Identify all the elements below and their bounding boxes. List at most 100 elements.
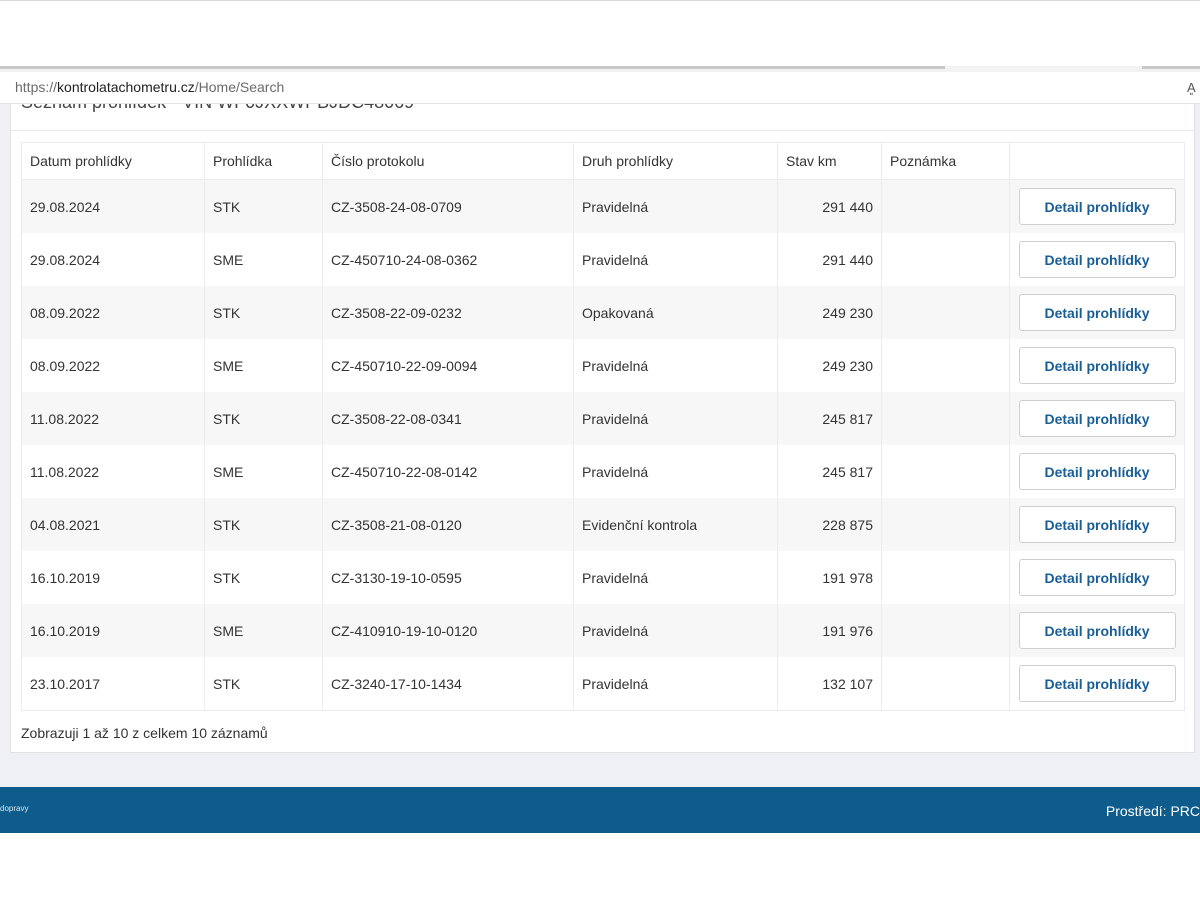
url-text[interactable]: https://kontrolatachometru.cz/Home/Searc…: [15, 72, 284, 103]
cell-note: [881, 392, 1010, 445]
cell-date: 08.09.2022: [21, 286, 205, 339]
page-content: Seznam prohlídek - VIN WF0JXXWPBJDC48069…: [0, 104, 1200, 787]
cell-action: Detail prohlídky: [1009, 551, 1185, 604]
cell-type: SME: [204, 445, 323, 498]
address-bar[interactable]: https://kontrolatachometru.cz/Home/Searc…: [0, 72, 1200, 104]
url-host: kontrolatachometru.cz: [57, 79, 195, 95]
detail-button[interactable]: Detail prohlídky: [1018, 559, 1176, 596]
cell-protocol: CZ-3508-24-08-0709: [322, 179, 574, 233]
environment-label: Prostředí: PRC: [1105, 803, 1200, 819]
url-scheme: https://: [15, 79, 58, 95]
cell-action: Detail prohlídky: [1009, 286, 1185, 339]
cell-km: 291 440: [777, 179, 882, 233]
cell-km: 132 107: [777, 657, 882, 711]
cell-date: 29.08.2024: [21, 233, 205, 286]
records-info: Zobrazuji 1 až 10 z celkem 10 záznamů: [21, 725, 268, 741]
inspection-list-panel: Seznam prohlídek - VIN WF0JXXWPBJDC48069…: [10, 104, 1195, 753]
cell-km: 291 440: [777, 233, 882, 286]
table-row: 08.09.2022 SME CZ-450710-22-09-0094 Prav…: [21, 339, 1185, 392]
cell-kind: Pravidelná: [573, 551, 778, 604]
cell-protocol: CZ-450710-22-09-0094: [322, 339, 574, 392]
active-tab-edge: [0, 66, 945, 69]
cell-kind: Pravidelná: [573, 392, 778, 445]
detail-button[interactable]: Detail prohlídky: [1018, 241, 1176, 278]
cell-kind: Evidenční kontrola: [573, 498, 778, 551]
cell-km: 245 817: [777, 445, 882, 498]
cell-protocol: CZ-3130-19-10-0595: [322, 551, 574, 604]
header-inspection[interactable]: Prohlídka: [204, 142, 323, 180]
cell-date: 16.10.2019: [21, 551, 205, 604]
cell-type: STK: [204, 392, 323, 445]
cell-protocol: CZ-3508-21-08-0120: [322, 498, 574, 551]
table-row: 16.10.2019 STK CZ-3130-19-10-0595 Pravid…: [21, 551, 1185, 604]
header-note[interactable]: Poznámka: [881, 142, 1010, 180]
detail-button[interactable]: Detail prohlídky: [1018, 506, 1176, 543]
cell-kind: Opakovaná: [573, 286, 778, 339]
detail-button[interactable]: Detail prohlídky: [1018, 612, 1176, 649]
cell-date: 11.08.2022: [21, 445, 205, 498]
cell-type: STK: [204, 286, 323, 339]
cell-protocol: CZ-3508-22-08-0341: [322, 392, 574, 445]
table-row: 29.08.2024 SME CZ-450710-24-08-0362 Prav…: [21, 233, 1185, 286]
detail-button[interactable]: Detail prohlídky: [1018, 665, 1176, 702]
table-row: 08.09.2022 STK CZ-3508-22-09-0232 Opakov…: [21, 286, 1185, 339]
cell-type: SME: [204, 339, 323, 392]
cell-action: Detail prohlídky: [1009, 179, 1185, 233]
cell-note: [881, 498, 1010, 551]
cell-note: [881, 179, 1010, 233]
cell-date: 11.08.2022: [21, 392, 205, 445]
cell-protocol: CZ-450710-22-08-0142: [322, 445, 574, 498]
cell-kind: Pravidelná: [573, 179, 778, 233]
cell-kind: Pravidelná: [573, 445, 778, 498]
cell-kind: Pravidelná: [573, 339, 778, 392]
cell-km: 245 817: [777, 392, 882, 445]
cell-action: Detail prohlídky: [1009, 392, 1185, 445]
cell-action: Detail prohlídky: [1009, 233, 1185, 286]
cell-action: Detail prohlídky: [1009, 339, 1185, 392]
table-row: 29.08.2024 STK CZ-3508-24-08-0709 Pravid…: [21, 179, 1185, 233]
inspection-table: Datum prohlídky Prohlídka Číslo protokol…: [21, 142, 1185, 711]
cell-type: STK: [204, 179, 323, 233]
cell-action: Detail prohlídky: [1009, 657, 1185, 711]
table-row: 04.08.2021 STK CZ-3508-21-08-0120 Eviden…: [21, 498, 1185, 551]
cell-date: 23.10.2017: [21, 657, 205, 711]
header-protocol[interactable]: Číslo protokolu: [322, 142, 574, 180]
cell-note: [881, 286, 1010, 339]
cell-protocol: CZ-3240-17-10-1434: [322, 657, 574, 711]
cell-note: [881, 551, 1010, 604]
browser-top-area: [0, 0, 1200, 67]
header-date[interactable]: Datum prohlídky: [21, 142, 205, 180]
cell-note: [881, 233, 1010, 286]
url-path: /Home/Search: [194, 79, 285, 95]
panel-title: Seznam prohlídek - VIN WF0JXXWPBJDC48069: [21, 104, 414, 113]
cell-kind: Pravidelná: [573, 604, 778, 657]
read-aloud-icon[interactable]: A͈: [1187, 72, 1196, 103]
cell-note: [881, 604, 1010, 657]
cell-action: Detail prohlídky: [1009, 604, 1185, 657]
detail-button[interactable]: Detail prohlídky: [1018, 347, 1176, 384]
detail-button[interactable]: Detail prohlídky: [1018, 294, 1176, 331]
cell-type: STK: [204, 657, 323, 711]
detail-button[interactable]: Detail prohlídky: [1018, 400, 1176, 437]
panel-divider: [11, 130, 1194, 131]
table-row: 11.08.2022 STK CZ-3508-22-08-0341 Pravid…: [21, 392, 1185, 445]
table-row: 11.08.2022 SME CZ-450710-22-08-0142 Prav…: [21, 445, 1185, 498]
cell-kind: Pravidelná: [573, 233, 778, 286]
detail-button[interactable]: Detail prohlídky: [1018, 188, 1176, 225]
detail-button[interactable]: Detail prohlídky: [1018, 453, 1176, 490]
header-km[interactable]: Stav km: [777, 142, 882, 180]
cell-type: STK: [204, 551, 323, 604]
header-kind[interactable]: Druh prohlídky: [573, 142, 778, 180]
cell-protocol: CZ-410910-19-10-0120: [322, 604, 574, 657]
cell-km: 228 875: [777, 498, 882, 551]
table-row: 23.10.2017 STK CZ-3240-17-10-1434 Pravid…: [21, 657, 1185, 711]
cell-date: 29.08.2024: [21, 179, 205, 233]
footer: dopravy Prostředí: PRC: [0, 787, 1200, 833]
cell-date: 16.10.2019: [21, 604, 205, 657]
cell-date: 04.08.2021: [21, 498, 205, 551]
header-actions: [1009, 142, 1185, 180]
cell-action: Detail prohlídky: [1009, 445, 1185, 498]
cell-km: 191 978: [777, 551, 882, 604]
cell-type: STK: [204, 498, 323, 551]
cell-note: [881, 339, 1010, 392]
